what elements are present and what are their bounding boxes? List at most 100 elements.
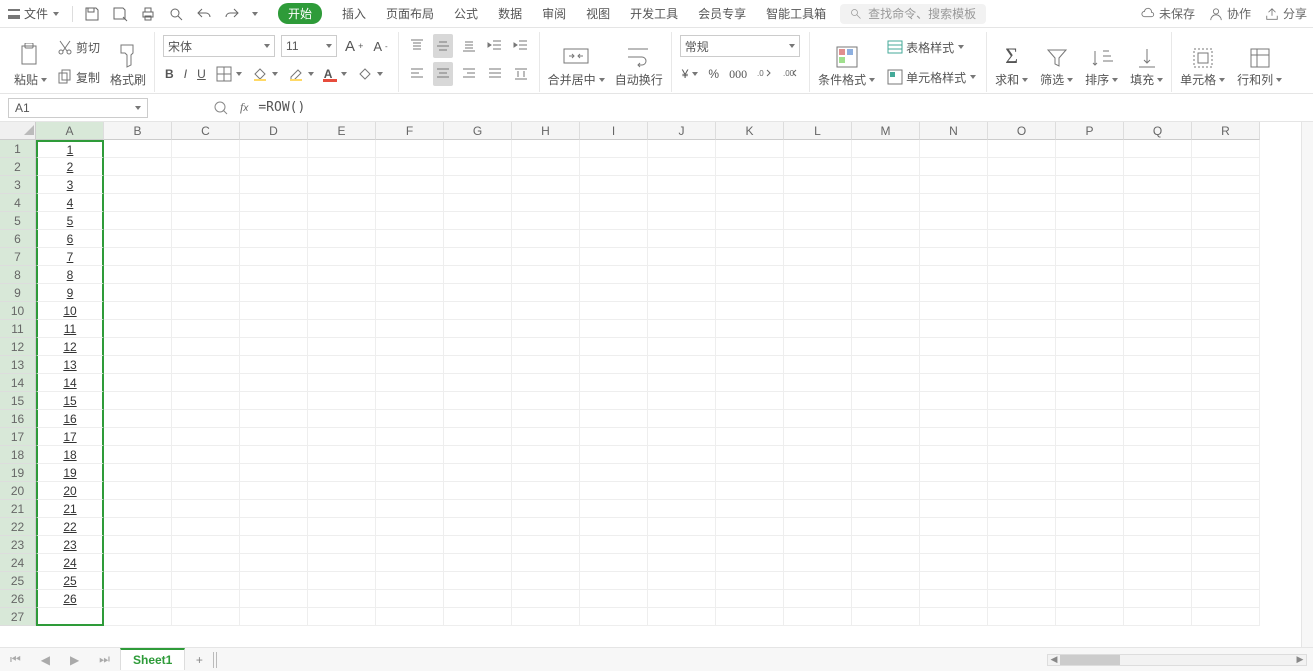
cell[interactable]	[784, 356, 852, 374]
cell[interactable]	[852, 590, 920, 608]
cell[interactable]	[1192, 284, 1260, 302]
cell[interactable]	[852, 392, 920, 410]
cell[interactable]	[988, 572, 1056, 590]
increase-indent-button[interactable]	[511, 34, 531, 58]
cell[interactable]	[716, 356, 784, 374]
cell[interactable]	[648, 266, 716, 284]
cell[interactable]	[240, 374, 308, 392]
cell[interactable]	[716, 338, 784, 356]
cell[interactable]	[444, 158, 512, 176]
cell[interactable]	[240, 446, 308, 464]
cell[interactable]: 9	[36, 284, 104, 302]
cell[interactable]	[1056, 248, 1124, 266]
tab-scroll-buttons[interactable]: ⏮ ◀ ▶ ⏭	[0, 652, 120, 667]
cell[interactable]	[852, 230, 920, 248]
cell[interactable]	[444, 590, 512, 608]
cell[interactable]	[104, 176, 172, 194]
cell[interactable]	[988, 554, 1056, 572]
cell[interactable]	[1124, 356, 1192, 374]
cell[interactable]	[1056, 482, 1124, 500]
cell[interactable]	[240, 158, 308, 176]
cell[interactable]	[716, 608, 784, 626]
cell[interactable]: 26	[36, 590, 104, 608]
cell[interactable]	[784, 590, 852, 608]
cell[interactable]	[1056, 446, 1124, 464]
cell[interactable]	[308, 320, 376, 338]
cell[interactable]	[172, 446, 240, 464]
cell[interactable]	[444, 554, 512, 572]
cell[interactable]	[1124, 500, 1192, 518]
cell[interactable]	[172, 284, 240, 302]
cell[interactable]	[1192, 302, 1260, 320]
tab-公式[interactable]: 公式	[454, 5, 478, 22]
cell[interactable]	[172, 482, 240, 500]
row-header[interactable]: 6	[0, 230, 36, 248]
cell[interactable]: 8	[36, 266, 104, 284]
row-header[interactable]: 20	[0, 482, 36, 500]
cancel-formula-icon[interactable]	[212, 99, 230, 117]
cell[interactable]	[988, 464, 1056, 482]
cell[interactable]	[1124, 446, 1192, 464]
cell[interactable]	[580, 482, 648, 500]
cell[interactable]	[308, 464, 376, 482]
cell[interactable]: 15	[36, 392, 104, 410]
cell[interactable]	[444, 212, 512, 230]
cell[interactable]	[580, 158, 648, 176]
cell[interactable]	[240, 608, 308, 626]
cell[interactable]	[376, 266, 444, 284]
cell[interactable]	[648, 518, 716, 536]
cell[interactable]	[376, 446, 444, 464]
cell[interactable]	[648, 482, 716, 500]
cell[interactable]	[172, 428, 240, 446]
cell[interactable]	[988, 356, 1056, 374]
row-header[interactable]: 23	[0, 536, 36, 554]
cell[interactable]	[580, 446, 648, 464]
cell[interactable]	[920, 338, 988, 356]
cell[interactable]	[308, 176, 376, 194]
cell[interactable]	[104, 464, 172, 482]
cell[interactable]	[376, 464, 444, 482]
merge-center-button[interactable]: 合并居中	[548, 32, 605, 88]
col-header-D[interactable]: D	[240, 122, 308, 140]
unsaved-indicator[interactable]: 未保存	[1141, 5, 1195, 22]
align-right-button[interactable]	[459, 62, 479, 86]
cell[interactable]	[1124, 482, 1192, 500]
cell[interactable]	[104, 302, 172, 320]
highlight-button[interactable]	[286, 62, 316, 86]
cell[interactable]	[104, 338, 172, 356]
cell[interactable]	[988, 284, 1056, 302]
cell[interactable]	[376, 140, 444, 158]
cell[interactable]	[1056, 140, 1124, 158]
cell[interactable]	[1124, 374, 1192, 392]
column-headers[interactable]: ABCDEFGHIJKLMNOPQR	[36, 122, 1313, 140]
cell[interactable]	[716, 140, 784, 158]
cell[interactable]	[1124, 140, 1192, 158]
cell[interactable]	[1056, 194, 1124, 212]
cell[interactable]	[240, 302, 308, 320]
cell[interactable]	[376, 428, 444, 446]
tab-数据[interactable]: 数据	[498, 5, 522, 22]
cell[interactable]	[784, 608, 852, 626]
cell[interactable]	[1124, 176, 1192, 194]
cell[interactable]	[852, 140, 920, 158]
cell[interactable]	[920, 482, 988, 500]
cell[interactable]: 12	[36, 338, 104, 356]
cell[interactable]	[240, 500, 308, 518]
cell[interactable]	[1192, 500, 1260, 518]
row-header[interactable]: 16	[0, 410, 36, 428]
cell[interactable]	[648, 302, 716, 320]
cell[interactable]	[1192, 356, 1260, 374]
row-header[interactable]: 10	[0, 302, 36, 320]
cell[interactable]	[1192, 428, 1260, 446]
cell[interactable]	[988, 320, 1056, 338]
cell[interactable]	[648, 572, 716, 590]
row-header[interactable]: 11	[0, 320, 36, 338]
cell[interactable]	[512, 482, 580, 500]
cell[interactable]	[920, 608, 988, 626]
cell[interactable]	[1192, 518, 1260, 536]
fill-color-button[interactable]	[250, 62, 280, 86]
cell[interactable]	[920, 266, 988, 284]
cell[interactable]	[444, 248, 512, 266]
cell[interactable]	[444, 482, 512, 500]
cell[interactable]	[308, 212, 376, 230]
